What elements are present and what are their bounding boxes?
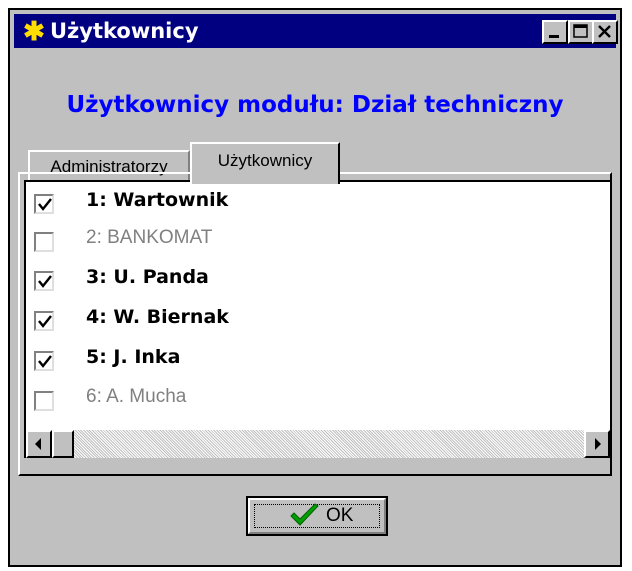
user-label: 6: A. Mucha <box>86 386 187 407</box>
user-label: 3: U. Panda <box>86 266 209 288</box>
list-item[interactable]: 5: J. Inka <box>34 339 594 375</box>
triangle-left-icon <box>35 438 41 450</box>
user-checkbox[interactable] <box>34 391 54 411</box>
check-icon <box>38 315 52 328</box>
user-checkbox[interactable] <box>34 194 54 214</box>
ok-button[interactable]: OK <box>246 496 388 536</box>
user-checkbox[interactable] <box>34 351 54 371</box>
list-item[interactable]: 6: A. Mucha <box>34 379 594 415</box>
scroll-thumb[interactable] <box>52 430 74 458</box>
ok-label: OK <box>326 505 354 526</box>
user-label: 1: Wartownik <box>86 189 229 211</box>
user-label: 2: BANKOMAT <box>86 227 213 248</box>
user-checkbox[interactable] <box>34 232 54 252</box>
check-icon <box>38 275 52 288</box>
close-icon <box>598 25 611 38</box>
checkmark-icon <box>290 503 319 526</box>
user-label: 4: W. Biernak <box>86 306 229 328</box>
close-button[interactable] <box>592 20 618 44</box>
module-title: Użytkownicy modułu: Dział techniczny <box>66 92 564 118</box>
scroll-right-button[interactable] <box>584 430 610 458</box>
list-item[interactable]: 4: W. Biernak <box>34 299 594 335</box>
triangle-right-icon <box>595 438 601 450</box>
scroll-left-button[interactable] <box>26 430 52 458</box>
asterisk-icon: ✱ <box>23 16 45 46</box>
maximize-button[interactable] <box>568 20 594 44</box>
tab-uzytkownicy[interactable]: Użytkownicy <box>190 142 340 184</box>
minimize-icon <box>549 35 559 38</box>
list-item[interactable]: 1: Wartownik <box>34 182 594 218</box>
list-item[interactable]: 3: U. Panda <box>34 259 594 295</box>
window-title: Użytkownicy <box>50 19 199 43</box>
user-label: 5: J. Inka <box>86 346 181 368</box>
check-icon <box>38 355 52 368</box>
minimize-button[interactable] <box>542 20 568 44</box>
user-checkbox[interactable] <box>34 311 54 331</box>
user-checkbox[interactable] <box>34 271 54 291</box>
maximize-icon <box>573 24 588 38</box>
title-bar[interactable]: ✱ Użytkownicy <box>14 14 618 48</box>
list-item[interactable]: 2: BANKOMAT <box>34 220 594 256</box>
scroll-track[interactable] <box>74 430 584 458</box>
users-list: 1: Wartownik 2: BANKOMAT 3: U. Panda 4: … <box>24 180 610 430</box>
check-icon <box>38 198 52 211</box>
horizontal-scrollbar[interactable] <box>24 430 610 458</box>
